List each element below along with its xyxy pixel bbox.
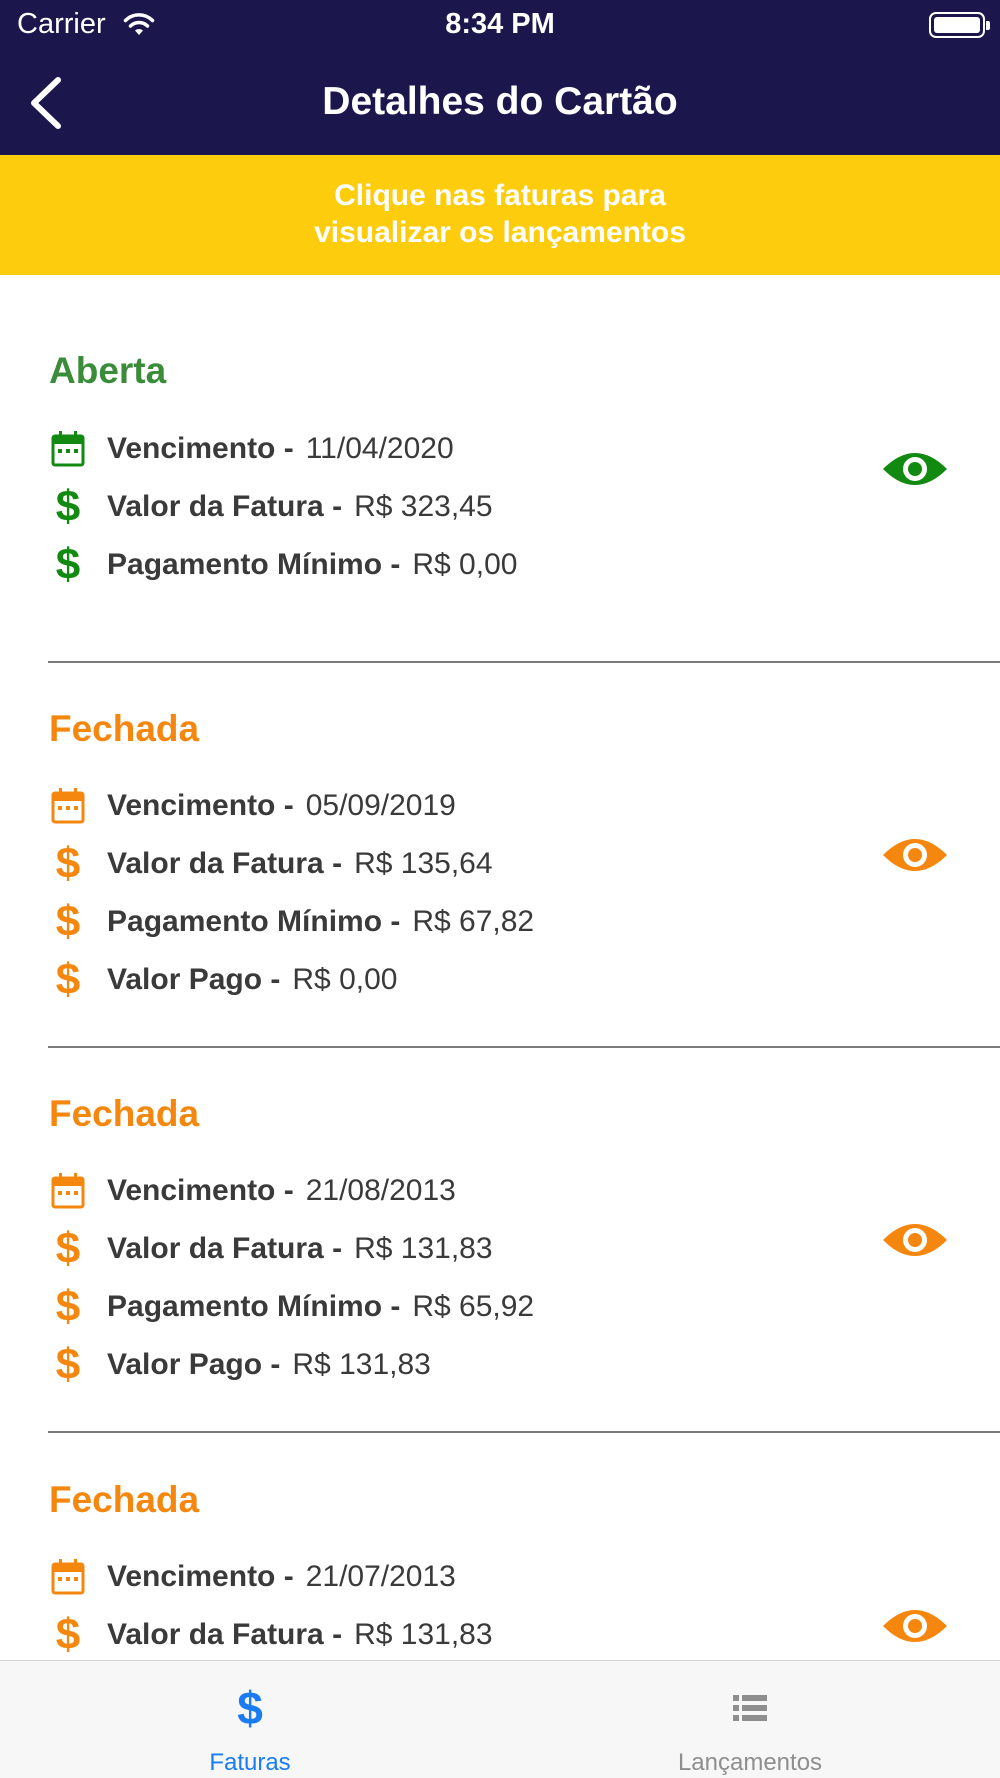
due-date-row: Vencimento - 05/09/2019 <box>49 782 829 832</box>
view-eye-icon[interactable] <box>881 1216 949 1264</box>
amount-paid-row: $ Valor Pago - R$ 131,83 <box>49 1341 829 1391</box>
calendar-icon <box>51 429 85 469</box>
due-date-row: Vencimento - 11/04/2020 <box>49 425 829 475</box>
tab-lancamentos[interactable]: Lançamentos <box>500 1661 1000 1778</box>
invoice-amount-row: $ Valor da Fatura - R$ 131,83 <box>49 1611 829 1660</box>
detail-value: R$ 67,82 <box>412 905 535 938</box>
invoice-list[interactable]: Aberta Vencimento - 11/04/2020 $ Valor da… <box>0 275 1000 1660</box>
detail-label: Vencimento - <box>107 1174 294 1207</box>
detail-value: R$ 0,00 <box>292 963 398 996</box>
dollar-icon: $ <box>55 1224 81 1273</box>
banner-line-2: visualizar os lançamentos <box>314 216 686 249</box>
invoice-card[interactable]: Fechada Vencimento - 21/07/2013 $ Valor d… <box>0 1434 1000 1660</box>
detail-value: R$ 323,45 <box>354 490 493 523</box>
dollar-icon: $ <box>55 955 81 1004</box>
dollar-icon: $ <box>55 482 81 531</box>
detail-label: Pagamento Mínimo - <box>107 1290 401 1323</box>
detail-label: Pagamento Mínimo - <box>107 905 401 938</box>
calendar-icon <box>51 1171 85 1211</box>
detail-label: Valor Pago - <box>107 1348 281 1381</box>
view-eye-icon[interactable] <box>881 1602 949 1650</box>
minimum-payment-row: $ Pagamento Mínimo - R$ 65,92 <box>49 1283 829 1333</box>
calendar-icon <box>51 786 85 826</box>
invoice-status: Fechada <box>49 1093 200 1134</box>
banner-line-1: Clique nas faturas para <box>334 179 666 212</box>
detail-value: 05/09/2019 <box>305 789 456 822</box>
calendar-icon <box>51 1557 85 1597</box>
invoice-card[interactable]: Fechada Vencimento - 21/08/2013 $ Valor d… <box>0 1048 1000 1434</box>
detail-label: Valor da Fatura - <box>107 1232 343 1265</box>
dollar-icon: $ <box>55 1610 81 1659</box>
dollar-icon: $ <box>55 1340 81 1389</box>
detail-value: R$ 135,64 <box>354 847 493 880</box>
detail-value: 21/07/2013 <box>305 1560 456 1593</box>
separator <box>48 1431 1000 1433</box>
detail-label: Vencimento - <box>107 432 294 465</box>
detail-label: Valor Pago - <box>107 963 281 996</box>
dollar-icon: $ <box>55 1282 81 1331</box>
detail-label: Pagamento Mínimo - <box>107 548 401 581</box>
invoice-status: Fechada <box>49 708 200 749</box>
battery-icon <box>929 12 990 38</box>
page-title: Detalhes do Cartão <box>322 80 678 123</box>
clock: 8:34 PM <box>445 8 555 40</box>
minimum-payment-row: $ Pagamento Mínimo - R$ 67,82 <box>49 898 829 948</box>
view-eye-icon[interactable] <box>881 831 949 879</box>
tab-label: Faturas <box>209 1749 291 1776</box>
detail-label: Vencimento - <box>107 789 294 822</box>
detail-value: R$ 131,83 <box>354 1232 493 1265</box>
due-date-row: Vencimento - 21/07/2013 <box>49 1553 829 1603</box>
detail-label: Valor da Fatura - <box>107 1618 343 1651</box>
navigation-bar: Detalhes do Cartão <box>0 50 1000 155</box>
dollar-icon: $ <box>237 1682 263 1734</box>
invoice-amount-row: $ Valor da Fatura - R$ 131,83 <box>49 1225 829 1275</box>
detail-label: Vencimento - <box>107 1560 294 1593</box>
invoice-status: Aberta <box>49 350 167 391</box>
detail-value: R$ 0,00 <box>412 548 518 581</box>
status-bar: Carrier 8:34 PM <box>0 0 1000 50</box>
tab-faturas[interactable]: $ Faturas <box>0 1661 500 1778</box>
detail-value: 11/04/2020 <box>305 432 454 465</box>
tab-label: Lançamentos <box>677 1749 823 1776</box>
detail-label: Valor da Fatura - <box>107 490 343 523</box>
invoice-status: Fechada <box>49 1479 200 1520</box>
detail-value: 21/08/2013 <box>305 1174 456 1207</box>
detail-label: Valor da Fatura - <box>107 847 343 880</box>
dollar-icon: $ <box>55 540 81 589</box>
invoice-card[interactable]: Aberta Vencimento - 11/04/2020 $ Valor da… <box>0 275 1000 663</box>
minimum-payment-row: $ Pagamento Mínimo - R$ 0,00 <box>49 541 829 591</box>
detail-value: R$ 65,92 <box>412 1290 535 1323</box>
due-date-row: Vencimento - 21/08/2013 <box>49 1167 829 1217</box>
invoice-card[interactable]: Fechada Vencimento - 05/09/2019 $ Valor d… <box>0 663 1000 1049</box>
tab-bar: $ Faturas Lançamentos <box>0 1660 1000 1778</box>
amount-paid-row: $ Valor Pago - R$ 0,00 <box>49 956 829 1006</box>
list-icon <box>720 1683 780 1733</box>
detail-value: R$ 131,83 <box>354 1618 493 1651</box>
view-eye-icon[interactable] <box>881 445 949 493</box>
invoice-amount-row: $ Valor da Fatura - R$ 135,64 <box>49 840 829 890</box>
dollar-icon: $ <box>55 897 81 946</box>
detail-value: R$ 131,83 <box>292 1348 431 1381</box>
invoice-amount-row: $ Valor da Fatura - R$ 323,45 <box>49 483 829 533</box>
info-banner: Clique nas faturas para visualizar os la… <box>0 155 1000 275</box>
dollar-icon: $ <box>55 839 81 888</box>
